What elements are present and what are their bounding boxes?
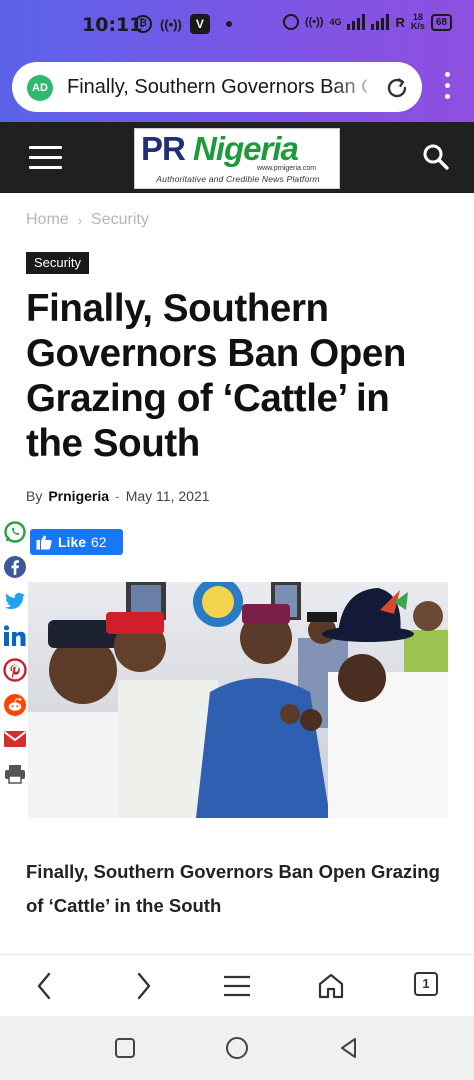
recents-icon[interactable] bbox=[113, 1036, 137, 1060]
browser-bottom-nav bbox=[0, 954, 474, 1016]
like-label: Like bbox=[58, 534, 87, 550]
network-speed-unit: K/s bbox=[410, 21, 425, 31]
breadcrumb-security[interactable]: Security bbox=[91, 211, 149, 229]
breadcrumb: Home › Security bbox=[26, 211, 149, 229]
status-right-icons: ((•)) 4G R 18 K/s 68 bbox=[282, 13, 452, 31]
byline-date: May 11, 2021 bbox=[125, 488, 210, 504]
adblock-badge-icon[interactable]: AD bbox=[27, 75, 53, 101]
hotspot-icon: ((•)) bbox=[160, 16, 182, 32]
facebook-icon[interactable] bbox=[3, 555, 27, 579]
article-caption: Finally, Southern Governors Ban Open Gra… bbox=[26, 861, 440, 916]
linkedin-icon[interactable] bbox=[3, 624, 27, 648]
site-header: PR Nigeria www.prnigeria.com Authoritati… bbox=[0, 122, 474, 193]
address-bar-text[interactable]: Finally, Southern Governors Ban Open Gra… bbox=[67, 76, 367, 99]
system-nav-bar bbox=[0, 1016, 474, 1080]
more-notifications-dot-icon bbox=[225, 21, 232, 27]
logo-url-text: www.prnigeria.com bbox=[257, 165, 317, 172]
bitcoin-notification-icon: ₿ bbox=[134, 15, 152, 33]
facebook-like-button[interactable]: Like 62 bbox=[30, 529, 123, 555]
network-type-label: 4G bbox=[329, 16, 342, 27]
category-badge[interactable]: Security bbox=[26, 252, 89, 274]
wifi-calling-icon: ((•)) bbox=[304, 16, 324, 28]
forward-icon[interactable] bbox=[128, 971, 158, 1001]
hamburger-menu-icon[interactable] bbox=[29, 146, 62, 170]
logo-nigeria-text: Nigeria bbox=[193, 130, 299, 167]
article-photo-illustration bbox=[28, 582, 448, 818]
email-icon[interactable] bbox=[3, 727, 27, 751]
share-bar bbox=[3, 520, 27, 796]
thumbs-up-icon bbox=[36, 535, 52, 550]
home-circle-icon[interactable] bbox=[225, 1036, 249, 1060]
browser-top-chrome: 10:11 ₿ ((•)) V ((•)) 4G R 18 K/s 68 AD … bbox=[0, 0, 474, 122]
whatsapp-icon[interactable] bbox=[3, 520, 27, 544]
battery-icon: 68 bbox=[430, 13, 452, 31]
back-icon[interactable] bbox=[30, 971, 60, 1001]
signal-bars-icon bbox=[347, 14, 366, 30]
logo-pr-text: PR bbox=[141, 130, 186, 167]
like-count: 62 bbox=[91, 534, 107, 550]
viber-notification-icon: V bbox=[189, 14, 210, 34]
address-bar-fade bbox=[332, 72, 382, 102]
signal-bars-2-icon bbox=[371, 14, 390, 30]
address-bar[interactable]: AD Finally, Southern Governors Ban Open … bbox=[12, 62, 422, 112]
menu-list-icon[interactable] bbox=[222, 971, 252, 1001]
byline-separator: - bbox=[115, 488, 120, 504]
tabs-button[interactable]: 1 bbox=[414, 972, 438, 996]
breadcrumb-separator: › bbox=[77, 212, 83, 228]
twitter-icon[interactable] bbox=[3, 589, 27, 613]
byline-by-label: By bbox=[26, 488, 43, 504]
logo-tagline: Authoritative and Credible News Platform bbox=[156, 174, 320, 184]
reload-icon[interactable] bbox=[384, 75, 410, 101]
browser-menu-icon[interactable] bbox=[440, 72, 454, 106]
status-left-icons: ₿ ((•)) V bbox=[134, 14, 232, 34]
site-logo[interactable]: PR Nigeria www.prnigeria.com Authoritati… bbox=[134, 128, 340, 189]
search-icon[interactable] bbox=[422, 143, 450, 171]
home-icon[interactable] bbox=[316, 971, 346, 1001]
article-byline: By Prnigeria - May 11, 2021 bbox=[26, 488, 210, 504]
byline-author[interactable]: Prnigeria bbox=[48, 488, 109, 504]
status-bar: 10:11 ₿ ((•)) V ((•)) 4G R 18 K/s 68 bbox=[0, 0, 474, 52]
alarm-icon bbox=[282, 14, 299, 30]
network-speed: 18 K/s bbox=[411, 13, 425, 31]
print-icon[interactable] bbox=[3, 762, 27, 786]
breadcrumb-home[interactable]: Home bbox=[26, 211, 69, 229]
system-back-icon[interactable] bbox=[337, 1036, 361, 1060]
reddit-icon[interactable] bbox=[3, 693, 27, 717]
article-title: Finally, Southern Governors Ban Open Gra… bbox=[26, 287, 407, 465]
roaming-icon: R bbox=[395, 14, 405, 30]
article-photo[interactable] bbox=[28, 582, 448, 818]
pinterest-icon[interactable] bbox=[3, 658, 27, 682]
